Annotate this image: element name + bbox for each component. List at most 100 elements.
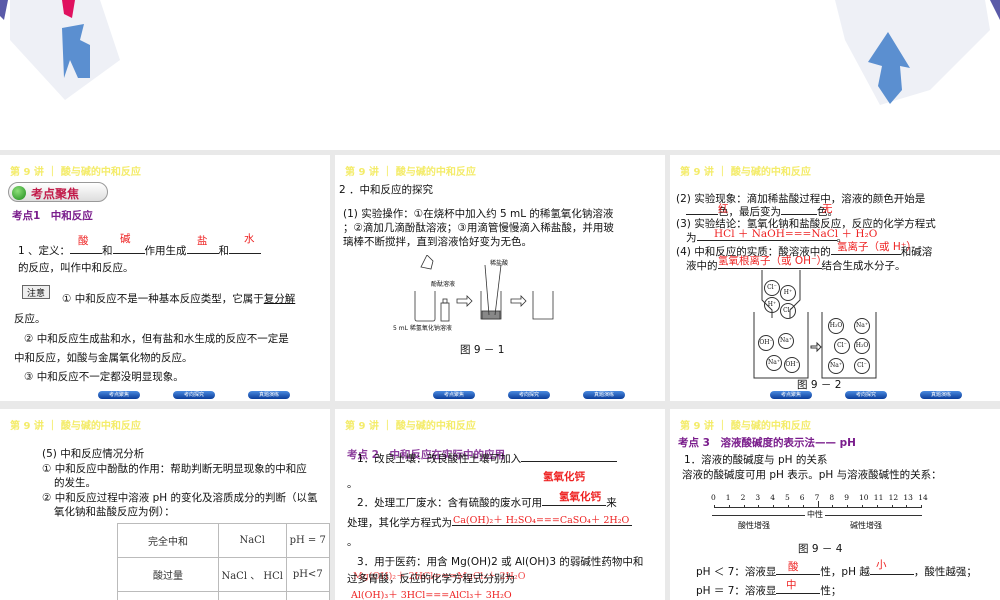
answer: 氢离子（或 H⁺）	[837, 241, 917, 253]
nav-button-explore[interactable]: 考向探究	[508, 391, 550, 399]
ph-tick	[817, 501, 819, 507]
text: 过多胃酸，反应的化学方程式分别为	[347, 573, 515, 585]
text: ① 中和反应中酚酞的作用：帮助判断无明显现象的中和应	[42, 463, 307, 475]
slide-thumbnail-3[interactable]: 第 9 讲 ｜ 酸与碱的中和反应 (2) 实验现象：滴加稀盐酸过程中，溶液的颜色…	[670, 155, 1000, 401]
figure-label: 稀盐酸	[490, 260, 509, 267]
figure-label: 酚酞溶液	[431, 281, 456, 288]
section-badge: 考点聚焦	[8, 182, 108, 202]
text: 1．改良土壤：改良酸性土壤可加入	[357, 451, 618, 466]
slide-thumbnail-6[interactable]: 第 9 讲 ｜ 酸与碱的中和反应 考点 3 溶液酸碱度的表示法—— pH 1．溶…	[670, 409, 1000, 600]
ph-tick	[847, 505, 849, 508]
ph-tick-label: 9	[844, 493, 849, 502]
analysis-table: 完全中和 NaCl pH = 7 酸过量 NaCl 、 HCl pH<7	[117, 523, 330, 600]
ion: OH⁻	[758, 335, 774, 351]
ion: H⁺	[780, 285, 796, 301]
slide-header: 第 9 讲 ｜ 酸与碱的中和反应	[345, 167, 476, 178]
text: ② 中和反应过程中溶液 pH 的变化及溶质成分的判断（以氢	[42, 492, 318, 504]
text: 氧化钠和盐酸反应为例）：	[54, 506, 175, 518]
nav-button-explore[interactable]: 考向探究	[173, 391, 215, 399]
ph-tick-label: 1	[725, 493, 731, 502]
text: 的反应，叫作中和反应。	[18, 262, 134, 274]
answer: Ca(OH)₂＋ H₂SO₄===CaSO₄＋ 2H₂O	[453, 515, 630, 526]
ph-tick-label: 13	[903, 493, 913, 502]
ph-tick-label: 4	[770, 493, 775, 502]
ion: Na⁺	[778, 333, 794, 349]
text: 。	[347, 478, 358, 490]
answer: 酸	[788, 561, 799, 573]
ion: Cl⁻	[780, 303, 796, 319]
table-row: 酸过量 NaCl 、 HCl pH<7	[117, 557, 330, 592]
ph-tick	[832, 505, 834, 508]
nav-button-practice[interactable]: 真题演练	[583, 391, 625, 399]
neutral-label: 中性	[805, 509, 825, 520]
ph-tick-label: 8	[829, 493, 835, 502]
section-title: 考点1 中和反应	[12, 210, 93, 222]
text: pH ＜ 7：溶液显 性，pH 越，酸性越强；	[696, 566, 977, 578]
ph-tick	[862, 505, 863, 508]
nav-button-practice[interactable]: 真题演练	[920, 391, 962, 399]
text: ② 中和反应生成盐和水，但有盐和水生成的反应不一定是	[24, 333, 289, 345]
ion: H⁺	[764, 297, 780, 313]
section-title: 考点 3 溶液酸碱度的表示法—— pH	[678, 437, 856, 449]
ion: H₂O	[828, 318, 844, 334]
ion: Cl⁻	[834, 338, 850, 354]
ion: Na⁺	[854, 318, 870, 334]
ph-tick	[891, 505, 893, 508]
ph-tick-label: 0	[711, 493, 716, 502]
text: 璃棒不断搅拌，直到溶液恰好变为无色。	[343, 236, 532, 248]
ion: Cl⁻	[854, 358, 870, 374]
ph-tick-label: 6	[799, 493, 805, 502]
answer: 氢氧化钙	[559, 491, 601, 503]
slide-thumbnail-4[interactable]: 第 9 讲 ｜ 酸与碱的中和反应 (5) 中和反应情况分析 ① 中和反应中酚酞的…	[0, 409, 330, 600]
figure-caption: 图 9 － 2	[797, 379, 842, 391]
ph-tick-label: 2	[740, 493, 746, 502]
answer: 中	[786, 579, 797, 591]
base-label: 碱性增强	[850, 521, 882, 530]
text: 反应。	[14, 313, 46, 325]
ion: Cl⁻	[764, 280, 780, 296]
ph-tick	[921, 505, 923, 508]
figure-caption: 图 9 － 4	[798, 543, 843, 555]
slide-header: 第 9 讲 ｜ 酸与碱的中和反应	[10, 421, 141, 432]
ph-tick	[876, 505, 878, 508]
note-icon: 注意	[22, 285, 50, 299]
text: 溶液的酸碱度可用 pH 表示。pH 与溶液酸碱性的关系：	[682, 469, 942, 481]
slide-thumbnail-2[interactable]: 第 9 讲 ｜ 酸与碱的中和反应 2 ．中和反应的探究 (1) 实验操作：①在烧…	[335, 155, 665, 401]
text: 。	[347, 536, 358, 548]
definition-line: 1 、定义：和作用生成和	[18, 243, 262, 258]
ph-tick-label: 14	[918, 493, 928, 502]
ph-tick	[714, 505, 715, 508]
answer: 小	[876, 559, 887, 571]
ph-tick-label: 5	[785, 493, 790, 502]
ph-tick-label: 12	[888, 493, 899, 502]
answer: 红	[718, 203, 729, 215]
slide-header: 第 9 讲 ｜ 酸与碱的中和反应	[680, 167, 811, 178]
answer: 氢氧根离子（或 OH⁻）	[718, 255, 828, 267]
nav-button-focus[interactable]: 考点聚焦	[98, 391, 140, 399]
ph-tick	[758, 505, 760, 508]
text: pH ＝ 7：溶液显 性；	[696, 585, 842, 597]
answer: 无	[822, 203, 833, 215]
text: 中和反应，如酸与金属氧化物的反应。	[14, 352, 193, 364]
slide-header: 第 9 讲 ｜ 酸与碱的中和反应	[345, 421, 476, 432]
text: ① 中和反应不是一种基本反应类型，它属于复分解	[62, 293, 296, 305]
slide-thumbnail-5[interactable]: 第 9 讲 ｜ 酸与碱的中和反应 考点 2 中和反应在实际中的应用 1．改良土壤…	[335, 409, 665, 600]
text: 2 ．中和反应的探究	[339, 184, 434, 196]
ph-tick	[773, 505, 775, 508]
text: 的发生。	[54, 477, 96, 489]
text: ；②滴加几滴酚酞溶液；③用滴管慢慢滴入稀盐酸，并用玻	[343, 222, 614, 234]
nav-button-focus[interactable]: 考点聚焦	[770, 391, 812, 399]
ph-tick-label: 11	[873, 493, 884, 502]
text: 3．用于医药：用含 Mg(OH)2 或 Al(OH)3 的弱碱性药物中和	[357, 556, 644, 568]
nav-button-practice[interactable]: 真题演练	[248, 391, 290, 399]
figure-label: 5 mL 稀氢氧化钠溶液	[393, 325, 452, 332]
nav-button-explore[interactable]: 考向探究	[845, 391, 887, 399]
table-row	[117, 591, 330, 600]
text: (5) 中和反应情况分析	[42, 448, 145, 460]
table-row: 完全中和 NaCl pH = 7	[117, 523, 330, 558]
title-slide[interactable]	[0, 0, 1000, 150]
nav-button-focus[interactable]: 考点聚焦	[433, 391, 475, 399]
slide-thumbnail-1[interactable]: 第 9 讲 ｜ 酸与碱的中和反应 考点聚焦 考点1 中和反应 酸 碱 盐 水 1…	[0, 155, 330, 401]
ph-tick	[743, 505, 745, 508]
figure-caption: 图 9 － 1	[460, 344, 505, 356]
